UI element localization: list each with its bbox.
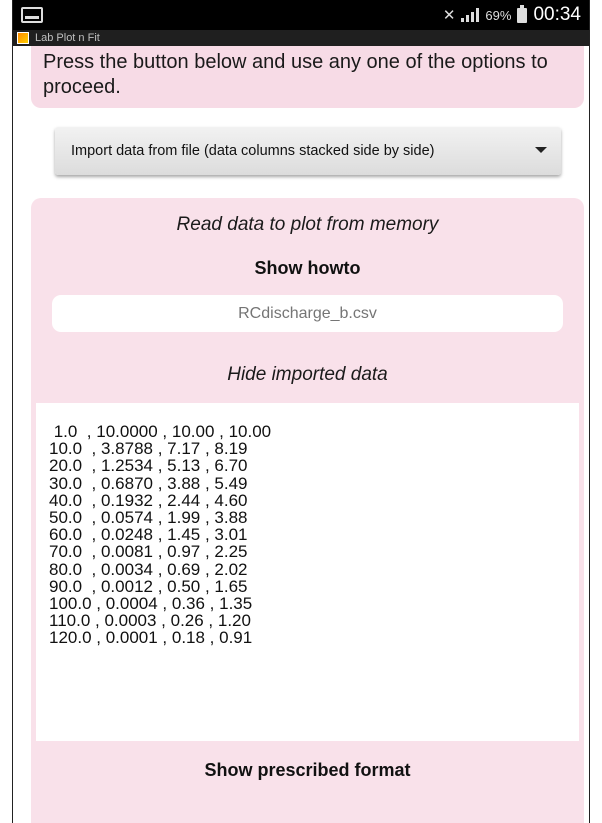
mute-icon: ✕: [442, 7, 456, 24]
data-row: 110.0 , 0.0003 , 0.26 , 1.20: [49, 611, 251, 631]
dropdown-selected-value: Import data from file (data columns stac…: [71, 143, 435, 159]
data-row: 70.0 , 0.0081 , 0.97 , 2.25: [49, 542, 248, 562]
app-title: Lab Plot n Fit: [35, 32, 100, 44]
signal-icon: [461, 8, 480, 22]
data-row: 80.0 , 0.0034 , 0.69 , 2.02: [49, 559, 248, 579]
chevron-down-icon: [535, 147, 547, 153]
import-panel: Read data to plot from memory Show howto…: [31, 198, 584, 823]
data-row: 10.0 , 3.8788 , 7.17 , 8.19: [49, 439, 248, 459]
status-icons: ✕ 69% 00:34: [443, 4, 581, 26]
battery-icon: [517, 4, 528, 23]
app-title-bar: Lab Plot n Fit: [13, 30, 589, 46]
status-bar: ✕ 69% 00:34: [13, 0, 589, 30]
hide-imported-data-button[interactable]: Hide imported data: [31, 364, 584, 386]
data-row: 90.0 , 0.0012 , 0.50 , 1.65: [49, 576, 248, 596]
main-content: Press the button below and use any one o…: [13, 46, 589, 823]
imported-data-display: 1.0 , 10.0000 , 10.00 , 10.00 10.0 , 3.8…: [36, 403, 579, 741]
data-row: 30.0 , 0.6870 , 3.88 , 5.49: [49, 473, 248, 493]
app-icon: [17, 32, 29, 44]
data-row: 120.0 , 0.0001 , 0.18 , 0.91: [49, 628, 253, 648]
screen-icon: [21, 7, 43, 23]
data-row: 20.0 , 1.2534 , 5.13 , 6.70: [49, 456, 248, 476]
read-data-label: Read data to plot from memory: [176, 214, 439, 235]
data-row: 1.0 , 10.0000 , 10.00 , 10.00: [49, 422, 272, 441]
intro-text: Press the button below and use any one o…: [31, 46, 584, 108]
phone-screen: ✕ 69% 00:34 Lab Plot n Fit Press the but…: [12, 0, 590, 823]
clock: 00:34: [533, 4, 581, 25]
data-row: 100.0 , 0.0004 , 0.36 , 1.35: [49, 594, 253, 614]
filename-input[interactable]: [52, 295, 563, 332]
show-howto-button[interactable]: Show howto: [31, 258, 584, 279]
battery-percent: 69%: [485, 7, 512, 23]
data-row: 50.0 , 0.0574 , 1.99 , 3.88: [49, 508, 248, 528]
import-options-dropdown[interactable]: Import data from file (data columns stac…: [55, 127, 561, 175]
show-prescribed-format-button[interactable]: Show prescribed format: [31, 760, 584, 781]
data-row: 60.0 , 0.0248 , 1.45 , 3.01: [49, 525, 248, 545]
data-row: 40.0 , 0.1932 , 2.44 , 4.60: [49, 490, 248, 510]
